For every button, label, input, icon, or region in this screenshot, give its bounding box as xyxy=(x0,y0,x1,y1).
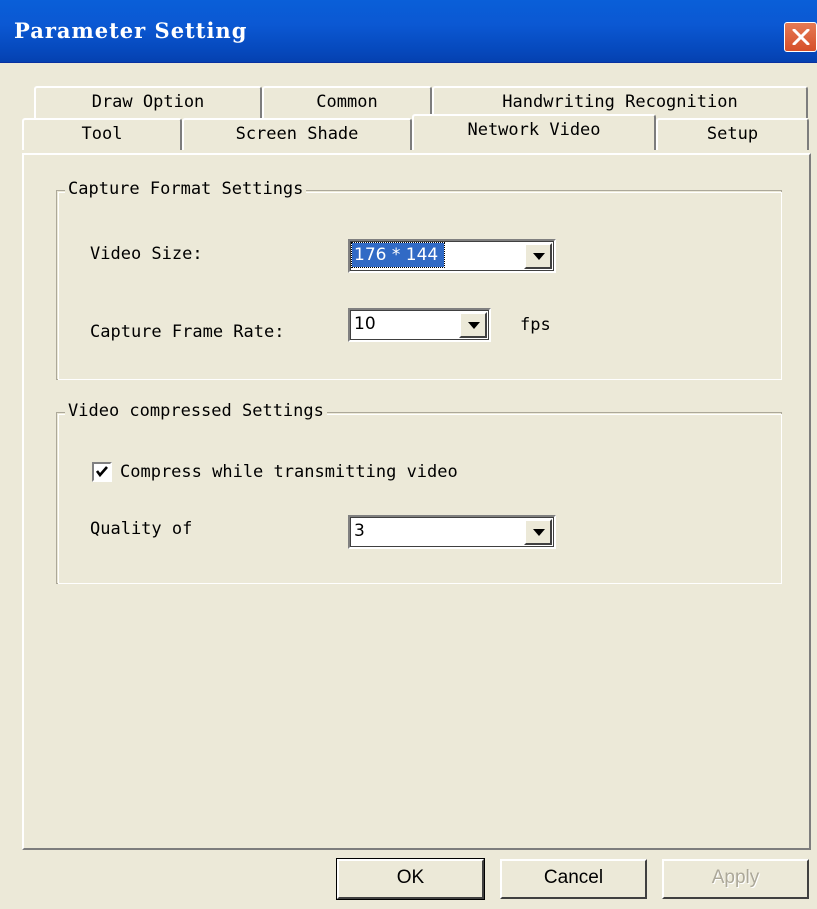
tab-common[interactable]: Common xyxy=(262,86,432,118)
title-bar[interactable]: Parameter Setting xyxy=(0,0,817,63)
close-button[interactable] xyxy=(784,22,817,52)
compress-checkbox[interactable] xyxy=(92,462,112,482)
quality-select[interactable]: 3 xyxy=(348,515,556,549)
tab-draw-option[interactable]: Draw Option xyxy=(34,86,262,118)
frame-rate-label: Capture Frame Rate: xyxy=(90,322,285,342)
apply-button[interactable]: Apply xyxy=(662,859,809,899)
tab-setup[interactable]: Setup xyxy=(656,118,809,150)
ok-button[interactable]: OK xyxy=(336,858,485,900)
capture-format-legend: Capture Format Settings xyxy=(65,179,307,199)
quality-dropdown-button[interactable] xyxy=(524,519,552,545)
video-size-value: 176 * 144 xyxy=(350,242,446,268)
checkmark-icon xyxy=(95,466,108,478)
chevron-down-icon xyxy=(533,529,545,536)
parameter-setting-dialog: Parameter Setting Draw Option Common Han… xyxy=(0,0,817,909)
capture-format-group: Capture Format Settings xyxy=(56,179,782,380)
window-title: Parameter Setting xyxy=(14,18,248,43)
frame-rate-dropdown-button[interactable] xyxy=(459,312,487,338)
tab-tool[interactable]: Tool xyxy=(22,118,182,150)
tab-network-video[interactable]: Network Video xyxy=(412,114,656,150)
chevron-down-icon xyxy=(468,322,480,329)
video-size-label: Video Size: xyxy=(90,244,203,264)
tab-screen-shade[interactable]: Screen Shade xyxy=(182,118,412,150)
quality-label: Quality of xyxy=(90,519,193,539)
tab-panel-network-video: Capture Format Settings Video Size: 176 … xyxy=(22,153,811,850)
fps-label: fps xyxy=(520,315,551,335)
compress-label[interactable]: Compress while transmitting video xyxy=(120,462,458,482)
video-compressed-legend: Video compressed Settings xyxy=(65,401,327,421)
cancel-button[interactable]: Cancel xyxy=(500,859,647,899)
quality-value: 3 xyxy=(354,521,365,541)
chevron-down-icon xyxy=(533,253,545,260)
frame-rate-select[interactable]: 10 xyxy=(348,308,491,342)
video-compressed-group: Video compressed Settings xyxy=(56,401,782,584)
frame-rate-value: 10 xyxy=(354,314,376,334)
video-size-dropdown-button[interactable] xyxy=(524,243,552,269)
video-size-select[interactable]: 176 * 144 xyxy=(348,239,556,273)
close-icon xyxy=(792,29,810,45)
